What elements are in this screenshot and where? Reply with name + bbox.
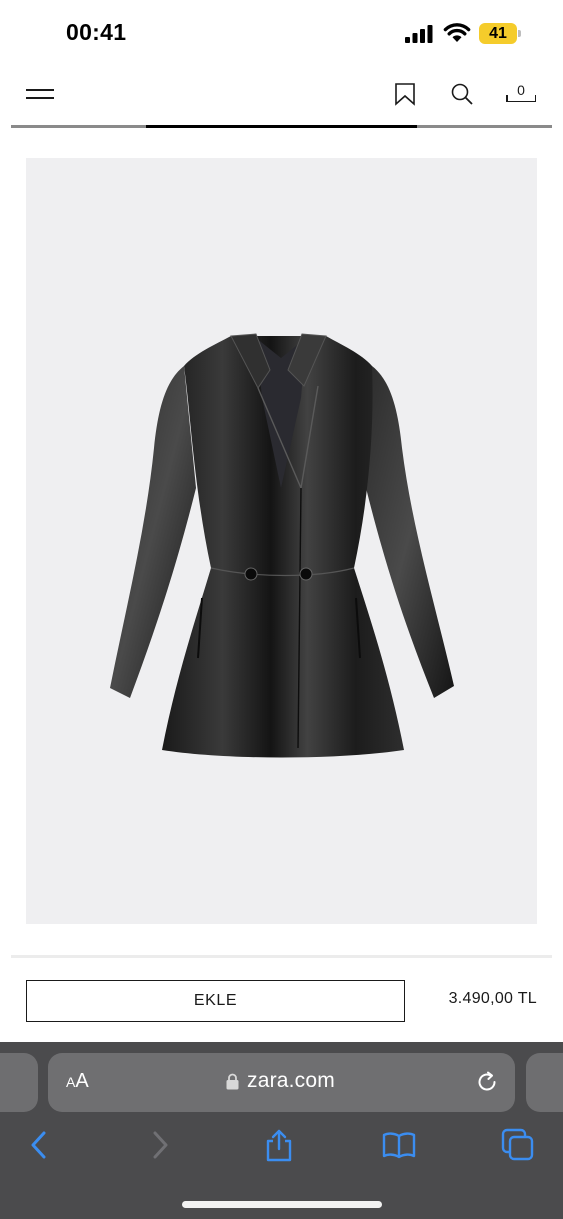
home-indicator[interactable] (182, 1201, 382, 1208)
battery-cap (518, 30, 521, 37)
text-size-large-a: A (75, 1070, 89, 1092)
divider (11, 955, 552, 958)
text-size-button[interactable]: AA (66, 1070, 89, 1096)
battery-icon: 41 (479, 23, 521, 44)
previous-tab-peek[interactable] (0, 1053, 38, 1112)
chevron-left-icon[interactable] (22, 1128, 56, 1162)
status-bar: 00:41 41 (0, 0, 563, 66)
open-book-icon[interactable] (382, 1128, 416, 1162)
text-size-small-a: A (66, 1074, 76, 1090)
address-bar[interactable]: AA zara.com (48, 1053, 515, 1112)
url-text: zara.com (247, 1069, 335, 1092)
black-leather-jacket-image (110, 333, 454, 758)
hamburger-menu-icon[interactable] (26, 87, 54, 103)
battery-level: 41 (489, 25, 507, 42)
tabs-icon[interactable] (501, 1128, 535, 1162)
add-to-cart-button[interactable]: EKLE (26, 980, 405, 1022)
share-icon[interactable] (262, 1128, 296, 1162)
bookmark-icon[interactable] (393, 82, 417, 106)
cellular-signal-icon (405, 25, 433, 43)
cart-count: 0 (517, 82, 525, 98)
reload-icon[interactable] (475, 1070, 499, 1094)
product-image[interactable] (26, 158, 537, 924)
site-header: 0 (0, 66, 563, 126)
chevron-right-icon[interactable] (143, 1128, 177, 1162)
wifi-icon (443, 23, 471, 42)
zara-product-page: 00:41 41 0 EKLE 3.490,00 TL AA zara.com (0, 0, 563, 1219)
gallery-progress-fill (146, 125, 417, 128)
shopping-bag-icon[interactable]: 0 (506, 80, 536, 104)
search-icon[interactable] (450, 82, 474, 106)
product-price: 3.490,00 TL (448, 990, 537, 1007)
next-tab-peek[interactable] (526, 1053, 563, 1112)
status-time: 00:41 (66, 19, 127, 45)
lock-icon (226, 1073, 239, 1090)
